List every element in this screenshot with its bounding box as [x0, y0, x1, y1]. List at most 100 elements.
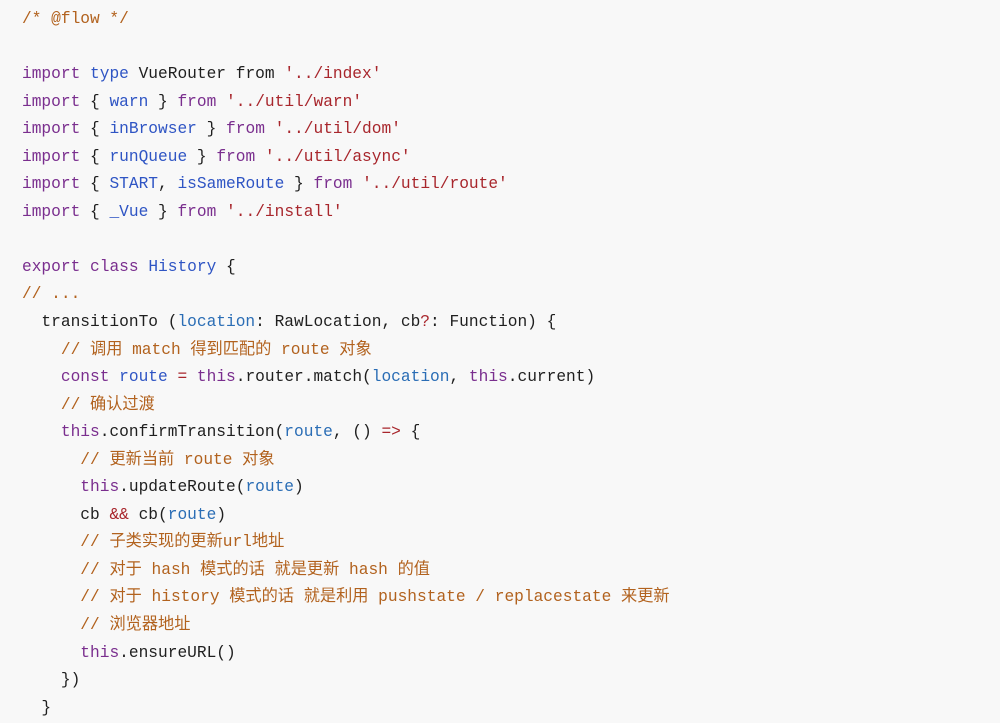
- keyword-token: from: [226, 120, 265, 139]
- plain-token: VueRouter from: [128, 65, 285, 84]
- code-line: }: [22, 695, 670, 723]
- operator-token: ?: [420, 313, 431, 332]
- code-line: transitionTo (location: RawLocation, cb?…: [22, 309, 670, 337]
- keyword-token: import: [22, 202, 81, 221]
- keyword-token: import: [22, 147, 81, 166]
- plain-token: }): [22, 671, 81, 690]
- plain-token: }: [284, 175, 314, 194]
- plain-token: }: [148, 202, 178, 221]
- code-line: // 对于 hash 模式的话 就是更新 hash 的值: [22, 557, 670, 585]
- variable-token: route: [167, 505, 217, 524]
- plain-token: {: [80, 92, 110, 111]
- plain-token: ): [294, 478, 304, 497]
- keyword-token: from: [313, 175, 353, 194]
- code-line: }): [22, 667, 670, 695]
- keyword-token: import: [22, 175, 81, 194]
- comment-token: // 对于 history 模式的话 就是利用 pushstate / repl…: [80, 588, 670, 607]
- identifier-token: START: [109, 175, 159, 194]
- plain-token: , (): [332, 423, 382, 442]
- operator-token: =>: [381, 423, 401, 442]
- keyword-token: export: [22, 257, 81, 276]
- plain-token: .ensureURL(): [119, 643, 236, 662]
- plain-token: }: [187, 147, 217, 166]
- comment-token: // 确认过渡: [60, 395, 155, 414]
- variable-token: location: [177, 313, 256, 332]
- plain-token: {: [80, 175, 110, 194]
- comment-token: // ...: [22, 285, 81, 304]
- string-token: '../util/route': [362, 175, 508, 194]
- plain-token: ,: [158, 175, 178, 194]
- code-line: export class History {: [22, 254, 670, 282]
- string-token: '../util/dom': [274, 120, 401, 139]
- string-token: '../index': [284, 65, 382, 84]
- comment-token: // 子类实现的更新url地址: [80, 533, 285, 552]
- identifier-token: route: [119, 368, 168, 387]
- plain-token: }: [196, 120, 227, 139]
- comment-token: // 浏览器地址: [80, 616, 191, 635]
- plain-token: : Function) {: [430, 313, 557, 332]
- keyword-token: this: [80, 478, 120, 497]
- code-line: // 浏览器地址: [22, 612, 670, 640]
- plain-token: }: [148, 92, 178, 111]
- comment-token: // 更新当前 route 对象: [80, 450, 275, 469]
- keyword-token: this: [60, 423, 100, 442]
- identifier-token: inBrowser: [109, 120, 197, 139]
- plain-token: cb: [22, 505, 110, 524]
- code-line: // ...: [22, 281, 670, 309]
- plain-token: ,: [449, 368, 469, 387]
- plain-token: {: [400, 423, 421, 442]
- plain-token: {: [80, 147, 110, 166]
- plain-token: .router.match(: [235, 368, 372, 387]
- code-line: cb && cb(route): [22, 502, 670, 530]
- keyword-token: this: [196, 368, 236, 387]
- code-line: // 调用 match 得到匹配的 route 对象: [22, 337, 670, 365]
- identifier-token: runQueue: [109, 147, 188, 166]
- string-token: '../util/async': [264, 147, 411, 166]
- code-line: // 子类实现的更新url地址: [22, 529, 670, 557]
- keyword-token: this: [80, 643, 120, 662]
- variable-token: location: [371, 368, 450, 387]
- operator-token: =: [177, 368, 188, 387]
- keyword-token: import: [22, 120, 81, 139]
- plain-token: {: [216, 257, 236, 276]
- keyword-token: import: [22, 92, 81, 111]
- code-line: import type VueRouter from '../index': [22, 61, 670, 89]
- code-line: this.ensureURL(): [22, 640, 670, 668]
- code-line: import { warn } from '../util/warn': [22, 89, 670, 117]
- variable-token: route: [284, 423, 333, 442]
- comment-token: // 调用 match 得到匹配的 route 对象: [60, 340, 372, 359]
- plain-token: {: [80, 120, 110, 139]
- code-line: const route = this.router.match(location…: [22, 364, 670, 392]
- code-line: import { runQueue } from '../util/async': [22, 144, 670, 172]
- keyword-token: from: [177, 92, 217, 111]
- identifier-token: History: [148, 257, 217, 276]
- comment-token: // 对于 hash 模式的话 就是更新 hash 的值: [80, 560, 430, 579]
- code-line: import { _Vue } from '../install': [22, 199, 670, 227]
- keyword-token: from: [216, 147, 256, 166]
- plain-token: ): [216, 505, 227, 524]
- code-line: // 确认过渡: [22, 392, 670, 420]
- code-line: // 更新当前 route 对象: [22, 447, 670, 475]
- comment-token: /* @flow */: [22, 10, 129, 28]
- keyword-token: import: [22, 65, 81, 84]
